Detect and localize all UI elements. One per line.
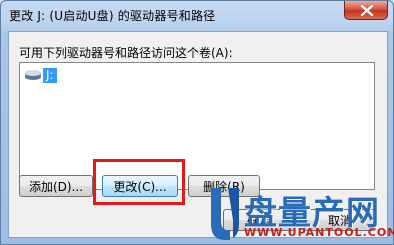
ok-button[interactable]: 确定 — [223, 209, 295, 231]
window-title: 更改 J: (U启动U盘) 的驱动器号和路径 — [9, 9, 216, 23]
drive-icon — [25, 70, 41, 80]
close-button[interactable] — [344, 1, 388, 20]
delete-button[interactable]: 删除(R) — [188, 175, 260, 197]
volume-list-label: 可用下列驱动器号和路径访问这个卷(A): — [19, 46, 233, 60]
volume-label: J: — [43, 67, 57, 83]
add-button[interactable]: 添加(D)... — [19, 175, 93, 197]
cancel-button[interactable]: 取消 — [304, 209, 376, 231]
list-item[interactable]: J: — [24, 67, 57, 83]
close-icon — [360, 5, 374, 16]
change-button[interactable]: 更改(C)... — [102, 175, 178, 197]
volume-listbox[interactable]: J: — [19, 62, 375, 190]
dialog-window: 更改 J: (U启动U盘) 的驱动器号和路径 可用下列驱动器号和路径访问这个卷(… — [0, 0, 394, 245]
dialog-body: 可用下列驱动器号和路径访问这个卷(A): J: 添加(D)... 更改(C)..… — [8, 31, 388, 238]
